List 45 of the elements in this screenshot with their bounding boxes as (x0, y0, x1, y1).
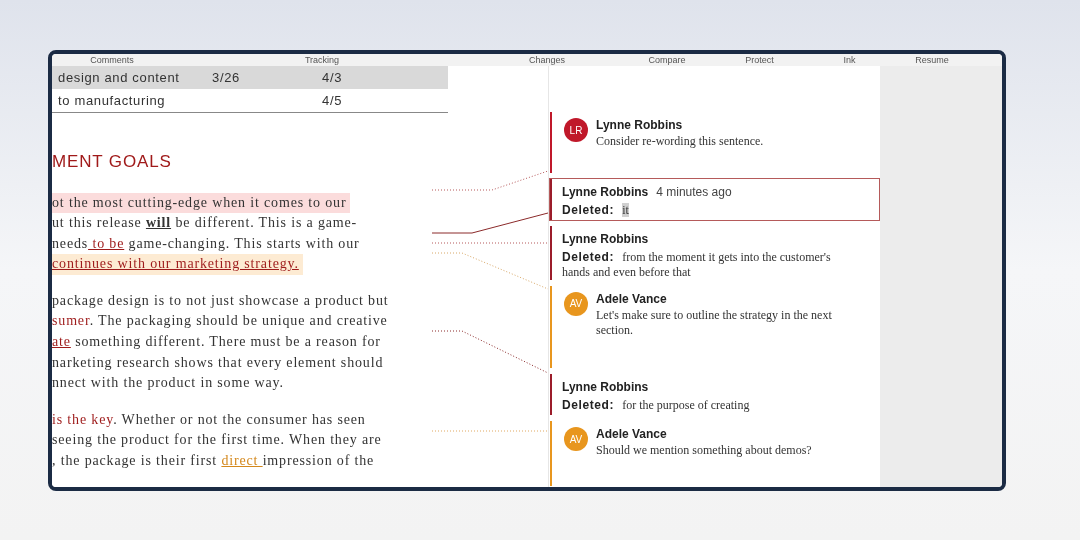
avatar: LR (564, 118, 588, 142)
revision-card[interactable]: Lynne Robbins Deleted: for the purpose of creating (549, 373, 880, 417)
paragraph-line: seeing the product for the first time. When they are (52, 431, 383, 450)
paragraph-line: narketing research shows that every element should (52, 353, 385, 372)
section-heading: MENT GOALS (52, 151, 172, 173)
table-cell-text: 4/5 (322, 92, 344, 110)
paragraph-line: ate something different. There must be a reason for (52, 333, 382, 352)
comment-author: Lynne Robbins (596, 117, 683, 134)
table-cell: 3/26 (212, 66, 322, 89)
paragraph-line: nnect with the product in some way. (52, 374, 285, 393)
comment-author: Adele Vance (596, 290, 667, 308)
ribbon-group-label: Ink (842, 54, 857, 66)
revision-card[interactable]: Lynne Robbins 4 minutes ago Deleted: it (549, 177, 880, 221)
paragraph-line: package design is to not just showcase a product but (52, 291, 390, 310)
paragraph-line: needs to be game-changing. This starts with our (52, 234, 361, 253)
revision-author: Lynne Robbins (562, 183, 649, 201)
revision-author: Lynne Robbins (562, 379, 649, 397)
revision-text: Deleted: for the purpose of creating (562, 398, 750, 414)
comment-author: Adele Vance (596, 426, 667, 444)
paragraph-line: is the key. Whether or not the consumer has seen (52, 410, 367, 429)
ribbon-group-label: Changes (528, 54, 566, 66)
table-cell: design and content (52, 66, 212, 89)
paragraph-line: ut this release will be different. This is a game- (52, 214, 359, 233)
comment-card[interactable]: LR Lynne Robbins Consider re-wording this sentence. (549, 103, 880, 174)
comment-text: Let's make sure to outline the strategy in the next section. (596, 307, 833, 338)
table-cell: 4/3 (322, 66, 448, 89)
revision-time: 4 minutes ago (656, 183, 732, 201)
revision-text: Deleted: from the moment it gets into the customer's hands and even before that (562, 249, 832, 280)
comment-card[interactable]: AV Adele Vance Should we mention something about demos? (549, 420, 880, 487)
ribbon-group-label: Tracking (303, 54, 341, 66)
ribbon-group-label: Resume (914, 54, 950, 66)
revision-card[interactable]: Lynne Robbins Deleted: from the moment it gets into the customer's hands and even before that (549, 224, 880, 281)
paragraph-line: , the package is their first direct impression of the (52, 452, 376, 471)
ribbon-group-label: Compare (647, 54, 687, 66)
comment-text: Consider re-wording this sentence. (596, 134, 764, 149)
comment-card[interactable]: AV Adele Vance Let's make sure to outline the strategy in the next section. (549, 284, 880, 370)
ribbon-group-label: Comments (89, 54, 135, 66)
avatar: AV (564, 291, 588, 316)
table-cell-text: to manufacturing (57, 92, 167, 110)
ribbon-group-label: Protect (744, 54, 775, 66)
avatar: AV (564, 427, 588, 452)
revision-author: Lynne Robbins (562, 230, 649, 248)
paragraph-line: sumer. The packaging should be unique and creative (52, 312, 389, 331)
revision-text: Deleted: it (562, 202, 630, 218)
comment-text: Should we mention something about demos? (596, 443, 812, 459)
